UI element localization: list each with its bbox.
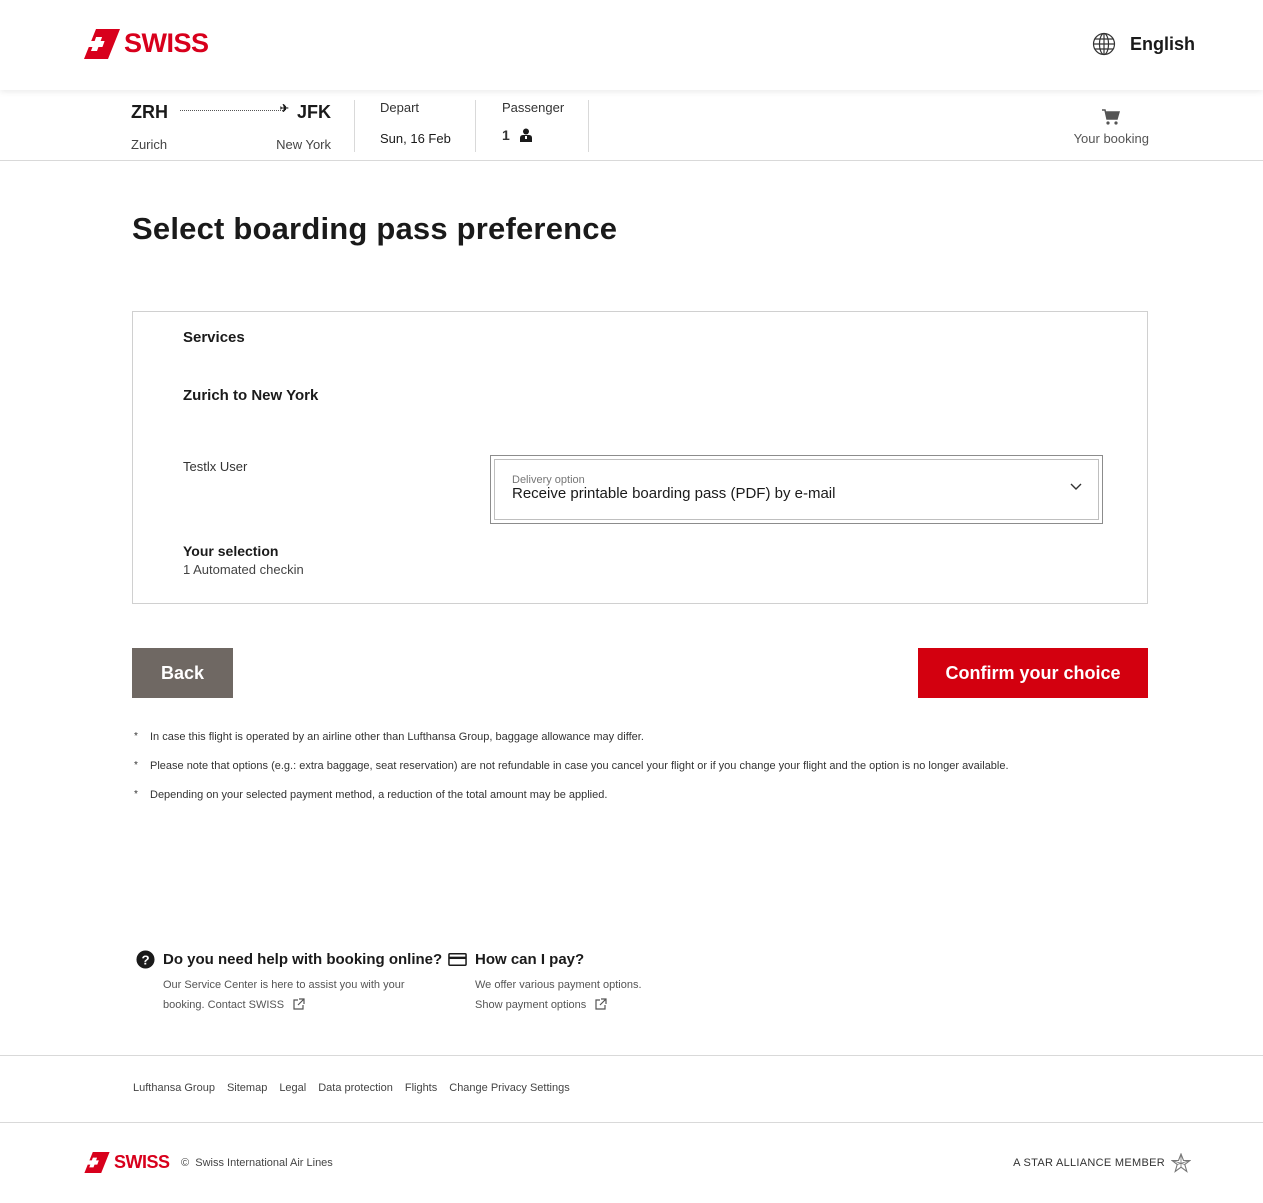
booking-help-text-2: booking. <box>163 999 205 1011</box>
svg-text:?: ? <box>141 952 149 967</box>
globe-icon <box>1092 32 1116 56</box>
footnote: Depending on your selected payment metho… <box>132 788 1009 817</box>
confirm-choice-button[interactable]: Confirm your choice <box>918 648 1148 698</box>
passenger-name: Testlx User <box>183 459 248 474</box>
payment-help-text: We offer various payment options. <box>475 979 642 991</box>
origin-code: ZRH <box>131 102 168 122</box>
star-alliance-label: A STAR ALLIANCE MEMBER <box>1013 1157 1165 1169</box>
origin-city: Zurich <box>131 137 168 152</box>
booking-help-text: Our Service Center is here to assist you… <box>163 979 405 991</box>
external-link-icon[interactable] <box>293 998 305 1010</box>
footer-link-flights[interactable]: Flights <box>405 1082 437 1094</box>
footer-link-data-protection[interactable]: Data protection <box>318 1082 393 1094</box>
footer-divider <box>0 1122 1263 1123</box>
route-line-plane-icon <box>180 102 289 115</box>
footer-link-legal[interactable]: Legal <box>279 1082 306 1094</box>
page-title: Select boarding pass preference <box>132 211 618 246</box>
delivery-option-select[interactable]: Delivery option Receive printable boardi… <box>490 455 1103 524</box>
footnote: Please note that options (e.g.: extra ba… <box>132 759 1009 788</box>
depart-info: Depart Sun, 16 Feb <box>380 100 451 146</box>
footer-link-sitemap[interactable]: Sitemap <box>227 1082 267 1094</box>
footer-links: Lufthansa Group Sitemap Legal Data prote… <box>133 1082 570 1094</box>
divider <box>354 100 355 152</box>
divider <box>588 100 589 152</box>
destination-city: New York <box>276 137 331 152</box>
person-icon <box>519 128 532 142</box>
footnotes: In case this flight is operated by an ai… <box>132 730 1009 817</box>
chevron-down-icon <box>1070 483 1082 490</box>
delivery-option-value: Receive printable boarding pass (PDF) by… <box>512 485 836 502</box>
external-link-icon[interactable] <box>595 998 607 1010</box>
your-selection-heading: Your selection <box>183 543 279 559</box>
show-payment-options-link[interactable]: Show payment options <box>475 999 586 1011</box>
swiss-logo-text: SWISS <box>124 28 209 58</box>
segment-heading: Zurich to New York <box>183 387 319 404</box>
services-heading: Services <box>183 329 245 346</box>
star-alliance-icon <box>1171 1153 1191 1173</box>
swiss-flag-icon <box>84 1152 110 1173</box>
payment-help-block: How can I pay? We offer various payment … <box>448 950 642 1015</box>
flight-summary-bar: ZRH JFK Zurich New York Depart Sun, 16 F… <box>0 90 1263 161</box>
your-booking-label: Your booking <box>1073 131 1149 146</box>
back-button[interactable]: Back <box>132 648 233 698</box>
your-selection-detail: 1 Automated checkin <box>183 562 304 577</box>
footer-link-lufthansa-group[interactable]: Lufthansa Group <box>133 1082 215 1094</box>
contact-swiss-link[interactable]: Contact SWISS <box>208 999 284 1011</box>
footer-divider <box>0 1055 1263 1056</box>
passenger-info: Passenger 1 <box>502 100 564 143</box>
swiss-flag-icon <box>84 28 120 59</box>
copyright-owner: Swiss International Air Lines <box>195 1157 333 1169</box>
booking-help-block: ? Do you need help with booking online? … <box>136 950 442 1015</box>
swiss-footer-logo[interactable]: SWISS <box>84 1152 170 1173</box>
footnote: In case this flight is operated by an ai… <box>132 730 1009 759</box>
payment-help-title: How can I pay? <box>475 951 585 968</box>
copyright-symbol: © <box>181 1157 190 1169</box>
route-summary: ZRH JFK Zurich New York <box>131 100 331 152</box>
destination-code: JFK <box>296 102 331 122</box>
swiss-logo[interactable]: SWISS <box>84 28 209 59</box>
depart-date: Sun, 16 Feb <box>380 131 451 146</box>
credit-card-icon <box>448 953 467 966</box>
footer-link-privacy-settings[interactable]: Change Privacy Settings <box>449 1082 569 1094</box>
passenger-count: 1 <box>502 127 510 143</box>
swiss-logo-text: SWISS <box>114 1152 170 1172</box>
language-label: English <box>1129 33 1195 54</box>
top-header: SWISS English <box>0 0 1263 90</box>
booking-help-title: Do you need help with booking online? <box>163 951 443 968</box>
your-booking-button[interactable]: Your booking <box>1074 108 1149 146</box>
passenger-label: Passenger <box>502 100 565 115</box>
language-selector[interactable]: English <box>1092 32 1195 56</box>
shopping-cart-icon <box>1102 109 1121 125</box>
depart-label: Depart <box>380 100 420 115</box>
copyright-text: © Swiss International Air Lines <box>181 1157 333 1169</box>
star-alliance-badge[interactable]: A STAR ALLIANCE MEMBER <box>1013 1153 1191 1173</box>
divider <box>475 100 476 152</box>
help-question-icon: ? <box>136 950 155 969</box>
services-card: Services Zurich to New York Testlx User … <box>132 311 1148 604</box>
